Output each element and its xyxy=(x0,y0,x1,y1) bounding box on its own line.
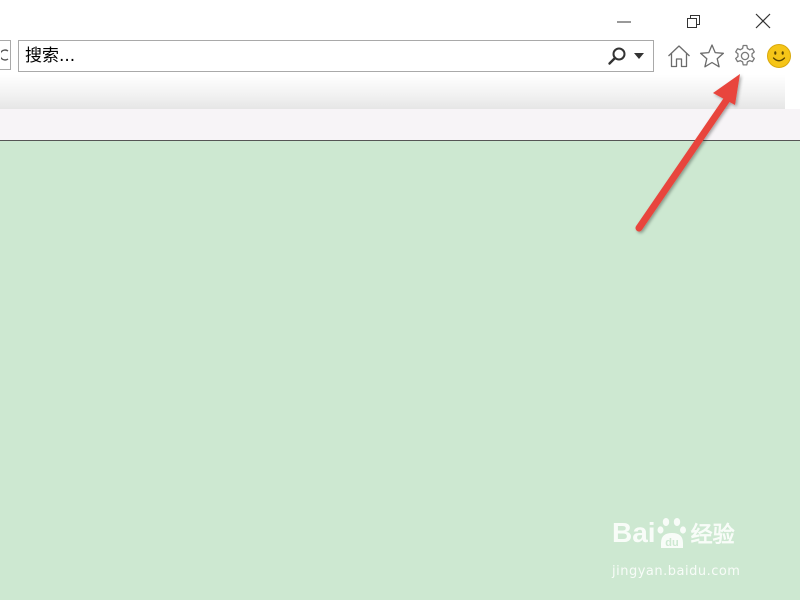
feedback-button[interactable] xyxy=(765,42,793,70)
gear-icon xyxy=(735,44,755,66)
close-button[interactable] xyxy=(746,6,780,36)
tools-button[interactable] xyxy=(731,42,759,70)
home-button[interactable] xyxy=(665,42,693,70)
minimize-button[interactable] xyxy=(607,6,641,36)
favorites-button[interactable] xyxy=(698,42,726,70)
back-arrow-icon xyxy=(1,49,9,61)
search-icon xyxy=(608,47,626,65)
restore-icon xyxy=(687,15,700,28)
favorites-star-icon xyxy=(699,44,725,68)
favorites-bar xyxy=(0,109,800,141)
search-box[interactable] xyxy=(18,40,654,72)
page-content xyxy=(0,141,800,600)
address-toolbar xyxy=(0,38,800,75)
dropdown-arrow-icon xyxy=(634,53,644,59)
tab-strip xyxy=(0,75,800,109)
tab-strip-edge xyxy=(785,75,800,109)
refresh-button[interactable] xyxy=(0,40,11,70)
close-icon xyxy=(755,13,771,29)
search-input[interactable] xyxy=(25,44,585,68)
minimize-icon xyxy=(617,21,631,23)
browser-window: Bai du 经验 jingyan.baidu.com xyxy=(0,0,800,600)
title-bar xyxy=(0,0,800,38)
search-provider-dropdown[interactable] xyxy=(631,45,647,67)
restore-button[interactable] xyxy=(676,6,710,36)
smiley-feedback-icon xyxy=(767,44,791,68)
home-icon xyxy=(668,45,690,68)
search-go-button[interactable] xyxy=(605,45,629,67)
